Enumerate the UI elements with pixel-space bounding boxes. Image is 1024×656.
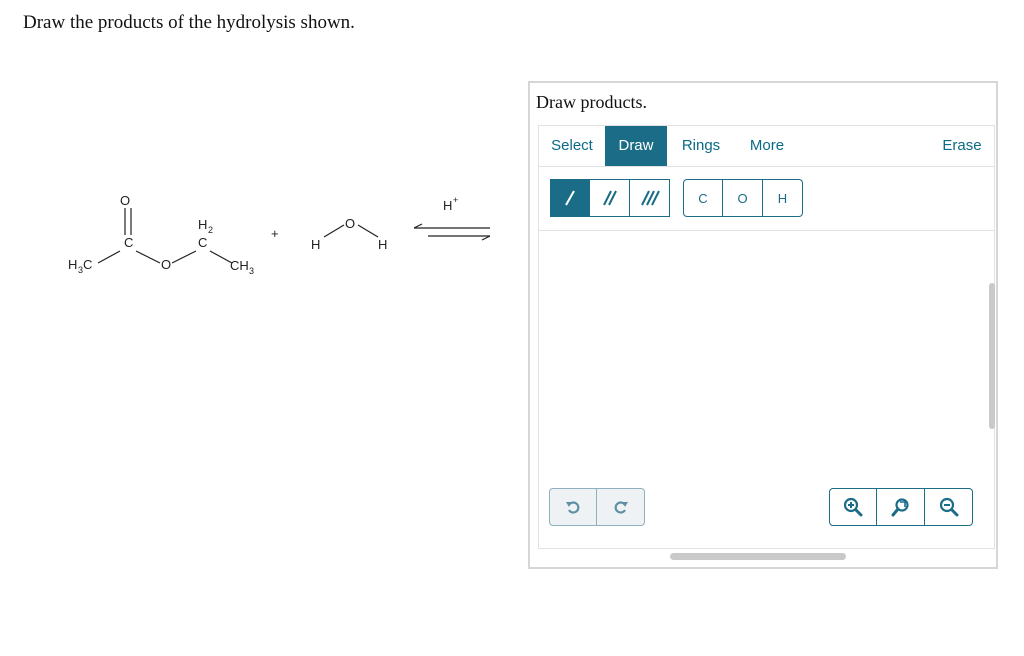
bond-tools [550,179,670,217]
tab-draw[interactable]: Draw [605,126,667,166]
tab-erase[interactable]: Erase [935,126,989,166]
zoom-tools [829,488,973,526]
zoom-reset-icon [891,498,909,517]
undo-icon [566,501,580,514]
single-bond-icon [565,190,575,206]
tab-rings[interactable]: Rings [673,126,729,166]
editor-tabs: Select Draw Rings More Erase [539,126,994,167]
ethyl-subscript: 3 [249,266,254,276]
triple-bond-icon [640,190,660,206]
zoom-out-icon [939,497,958,517]
zoom-in-button[interactable] [829,488,877,526]
zoom-reset-button[interactable] [877,488,925,526]
reaction-scheme: O C H 3 C O H 2 C CH 3 + H O H H + [60,180,500,295]
water-h-right-label: H [378,237,387,252]
question-prompt: Draw the products of the hydrolysis show… [23,12,355,33]
carbonyl-carbon-label: C [124,235,133,250]
double-bond-icon [602,190,617,206]
redo-icon [614,501,628,514]
reaction-drawing: O C H 3 C O H 2 C CH 3 + H O H H + [68,193,491,276]
single-bond-button[interactable] [550,179,590,217]
tab-more[interactable]: More [739,126,795,166]
ester-bonds [97,208,491,264]
tab-select[interactable]: Select [539,126,605,166]
draw-toolbar: C O H [539,167,994,231]
triple-bond-button[interactable] [630,179,670,217]
double-bond-button[interactable] [590,179,630,217]
catalyst-label: H [443,198,452,213]
methylene-subscript: 2 [208,225,213,235]
atom-c-button[interactable]: C [683,179,723,217]
methyl-h-label: H [68,257,77,272]
vertical-scrollbar[interactable] [989,283,995,429]
catalyst-superscript: + [453,195,458,205]
atom-h-button[interactable]: H [763,179,803,217]
ester-oxygen-label: O [161,257,171,272]
zoom-in-icon [843,497,863,517]
ethyl-ch-label: CH [230,258,249,273]
methylene-h-label: H [198,217,207,232]
water-h-left-label: H [311,237,320,252]
panel-title: Draw products. [536,92,647,112]
zoom-out-button[interactable] [925,488,973,526]
horizontal-scrollbar[interactable] [670,553,846,560]
drawing-panel: Draw products. Select Draw Rings More Er… [528,81,998,569]
history-tools [549,488,645,526]
methyl-c-label: C [83,257,92,272]
methylene-c-label: C [198,235,207,250]
carbonyl-oxygen-label: O [120,193,130,208]
redo-button[interactable] [597,488,645,526]
structure-editor[interactable]: Select Draw Rings More Erase C O H [538,125,995,560]
plus-sign: + [271,226,279,241]
atom-o-button[interactable]: O [723,179,763,217]
undo-button[interactable] [549,488,597,526]
atom-tools: C O H [683,179,803,217]
water-oxygen-label: O [345,216,355,231]
